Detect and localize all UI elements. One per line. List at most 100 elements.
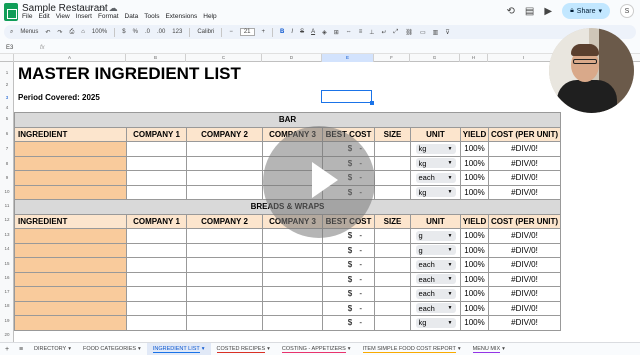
header-cell[interactable]: COMPANY 2: [186, 213, 263, 229]
ingredient-cell[interactable]: [14, 315, 127, 331]
menu-view[interactable]: View: [56, 13, 70, 20]
header-cell[interactable]: UNIT: [410, 213, 461, 229]
add-sheet-icon[interactable]: +: [0, 346, 14, 353]
unit-cell[interactable]: kg ▼: [410, 141, 461, 157]
cost-cell[interactable]: #DIV/0!: [488, 242, 561, 258]
yield-cell[interactable]: 100%: [460, 141, 489, 157]
unit-cell[interactable]: each ▼: [410, 300, 461, 316]
header-cell[interactable]: COMPANY 2: [186, 126, 263, 142]
company2-cell[interactable]: [186, 141, 263, 157]
link-icon[interactable]: ⛓: [405, 29, 413, 36]
company2-cell[interactable]: [186, 242, 263, 258]
unit-cell[interactable]: kg ▼: [410, 155, 461, 171]
row-header[interactable]: 17: [0, 289, 14, 294]
ingredient-cell[interactable]: [14, 141, 127, 157]
menu-edit[interactable]: Edit: [38, 13, 49, 20]
redo-icon[interactable]: ↷: [57, 29, 62, 36]
sheets-logo-icon[interactable]: [4, 3, 18, 21]
text-color-button[interactable]: A: [311, 29, 315, 35]
cost-cell[interactable]: #DIV/0!: [488, 184, 561, 200]
sheet-tab-active[interactable]: INGREDIENT LIST ▾: [146, 342, 211, 355]
sheet-tab[interactable]: FOOD CATEGORIES ▾: [77, 343, 147, 355]
search-menus-icon[interactable]: ⌕: [10, 29, 13, 36]
row-header[interactable]: 19: [0, 318, 14, 323]
comments-icon[interactable]: ▤: [525, 6, 534, 17]
star-icon[interactable]: ☆: [86, 3, 97, 13]
column-header[interactable]: C: [186, 54, 262, 62]
company2-cell[interactable]: [186, 300, 263, 316]
row-header[interactable]: 11: [0, 203, 14, 208]
selected-cell[interactable]: [321, 90, 374, 105]
ingredient-cell[interactable]: [14, 242, 127, 258]
unit-dropdown[interactable]: each ▼: [415, 288, 456, 299]
yield-cell[interactable]: 100%: [460, 300, 489, 316]
sheet-tab[interactable]: ITEM SIMPLE FOOD COST REPORT ▾: [357, 343, 467, 355]
row-header[interactable]: 18: [0, 303, 14, 308]
unit-dropdown[interactable]: kg ▼: [415, 187, 456, 198]
yield-cell[interactable]: 100%: [460, 271, 489, 287]
unit-dropdown[interactable]: g ▼: [415, 245, 456, 256]
company2-cell[interactable]: [186, 170, 263, 186]
filter-icon[interactable]: ⊽: [445, 29, 449, 36]
size-cell[interactable]: [374, 141, 411, 157]
italic-button[interactable]: I: [291, 29, 293, 35]
row-header[interactable]: 8: [0, 161, 14, 166]
header-cell[interactable]: COMPANY 1: [126, 126, 187, 142]
cost-cell[interactable]: #DIV/0!: [488, 257, 561, 273]
best-cost-cell[interactable]: $-: [322, 242, 375, 258]
font-size-input[interactable]: 21: [239, 28, 255, 36]
size-cell[interactable]: [374, 228, 411, 244]
company3-cell[interactable]: [262, 257, 323, 273]
name-box[interactable]: E3: [0, 45, 30, 51]
company1-cell[interactable]: [126, 300, 187, 316]
cost-cell[interactable]: #DIV/0!: [488, 271, 561, 287]
sheet-tab[interactable]: COSTED RECIPES ▾: [211, 343, 276, 355]
unit-cell[interactable]: each ▼: [410, 286, 461, 302]
company1-cell[interactable]: [126, 315, 187, 331]
size-cell[interactable]: [374, 315, 411, 331]
sheet-title[interactable]: MASTER INGREDIENT LIST: [18, 64, 241, 84]
cost-cell[interactable]: #DIV/0!: [488, 300, 561, 316]
row-header[interactable]: 15: [0, 261, 14, 266]
print-icon[interactable]: ⎙: [69, 29, 74, 36]
company2-cell[interactable]: [186, 286, 263, 302]
header-cell[interactable]: SIZE: [374, 213, 411, 229]
company3-cell[interactable]: [262, 300, 323, 316]
menu-extensions[interactable]: Extensions: [165, 13, 197, 20]
history-icon[interactable]: ⟲: [507, 6, 515, 17]
comment-icon[interactable]: ▭: [420, 29, 426, 36]
section-title[interactable]: BAR: [14, 112, 561, 128]
best-cost-cell[interactable]: $-: [322, 286, 375, 302]
account-avatar[interactable]: S: [620, 4, 634, 18]
company1-cell[interactable]: [126, 242, 187, 258]
cost-cell[interactable]: #DIV/0!: [488, 170, 561, 186]
bold-button[interactable]: B: [280, 29, 284, 35]
size-cell[interactable]: [374, 257, 411, 273]
column-header[interactable]: G: [410, 54, 460, 62]
column-header[interactable]: A: [14, 54, 126, 62]
unit-dropdown[interactable]: each ▼: [415, 172, 456, 183]
company1-cell[interactable]: [126, 286, 187, 302]
unit-cell[interactable]: kg ▼: [410, 184, 461, 200]
number-format-button[interactable]: 123: [172, 29, 182, 35]
yield-cell[interactable]: 100%: [460, 242, 489, 258]
cloud-status-icon[interactable]: ☁: [109, 3, 121, 13]
header-cell[interactable]: UNIT: [410, 126, 461, 142]
menu-data[interactable]: Data: [125, 13, 139, 20]
best-cost-cell[interactable]: $-: [322, 271, 375, 287]
unit-dropdown[interactable]: kg ▼: [415, 143, 456, 154]
menu-help[interactable]: Help: [203, 13, 216, 20]
size-cell[interactable]: [374, 170, 411, 186]
size-cell[interactable]: [374, 184, 411, 200]
row-header[interactable]: 10: [0, 189, 14, 194]
yield-cell[interactable]: 100%: [460, 184, 489, 200]
company1-cell[interactable]: [126, 228, 187, 244]
size-cell[interactable]: [374, 155, 411, 171]
unit-dropdown[interactable]: kg ▼: [415, 158, 456, 169]
ingredient-cell[interactable]: [14, 170, 127, 186]
column-header[interactable]: H: [460, 54, 488, 62]
company1-cell[interactable]: [126, 257, 187, 273]
sheet-tab[interactable]: MENU MIX ▾: [467, 343, 511, 355]
unit-dropdown[interactable]: each ▼: [415, 303, 456, 314]
move-folder-icon[interactable]: ▭: [97, 3, 109, 13]
